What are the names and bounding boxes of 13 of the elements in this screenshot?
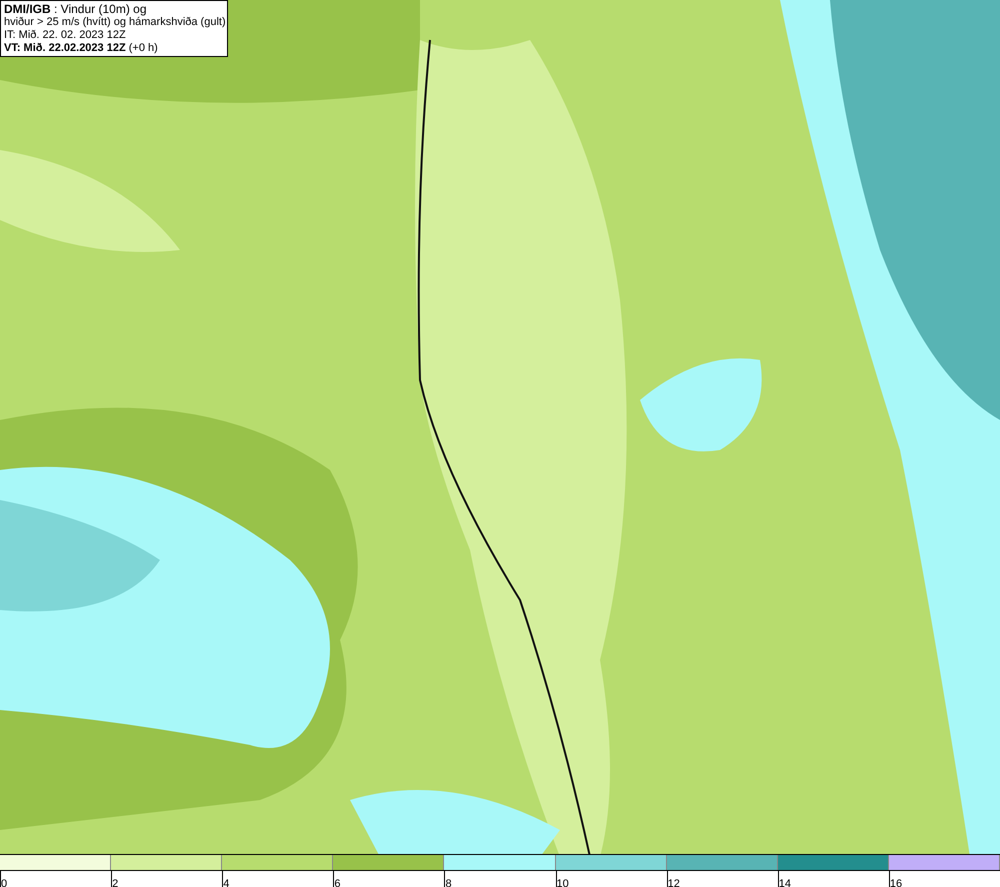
valid-time: VT: Mið. 22.02.2023 12Z (+0 h): [4, 42, 159, 55]
legend-tick-label: 2: [112, 878, 118, 887]
legend-tick-label: 12: [668, 878, 680, 887]
legend-tick-label: 4: [223, 878, 230, 887]
map-subtitle: hviður > 25 m/s (hvítt) og hámarkshviða (gult): [4, 16, 224, 29]
legend-tick-label: 6: [334, 878, 340, 887]
legend-tick-label: 8: [445, 878, 452, 887]
map-title: DMI/IGB : Vindur (10m) og: [4, 2, 148, 16]
legend-tick-label: 0: [1, 878, 8, 887]
legend-tick-label: 14: [778, 878, 792, 887]
legend-tick-label: 16: [890, 878, 902, 887]
initial-time: IT: Mið. 22. 02. 2023 12Z: [4, 29, 127, 42]
legend-tick-label: 10: [556, 878, 569, 887]
